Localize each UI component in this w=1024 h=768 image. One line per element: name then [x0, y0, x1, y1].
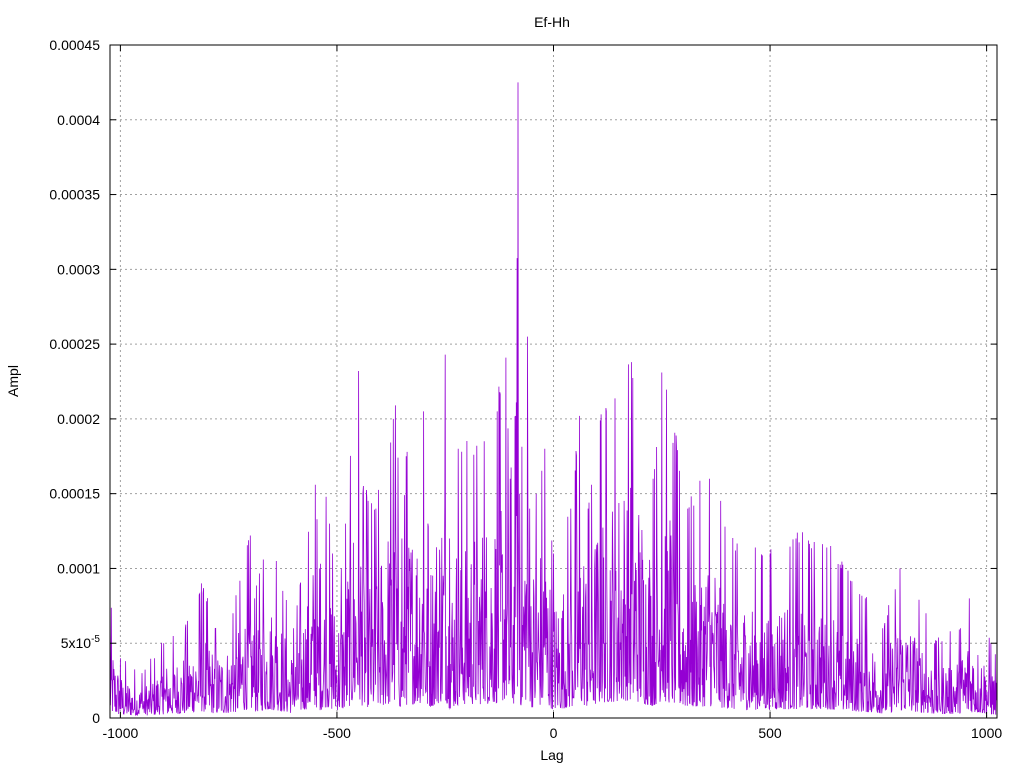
x-axis-label: Lag — [540, 747, 563, 763]
x-tick-label: 500 — [758, 725, 782, 741]
x-tick-label: -1000 — [102, 725, 138, 741]
y-tick-label: 0.00025 — [49, 336, 100, 352]
chart: -1000 -500 0 500 1000 0 5x10-5 0.0001 0.00015 0.0… — [5, 14, 1002, 763]
y-tick-label: 0.0001 — [57, 560, 100, 576]
y-tick-label: 5x10-5 — [61, 634, 101, 651]
series-line — [109, 82, 998, 716]
chart-title: Ef-Hh — [534, 14, 570, 30]
y-axis-label: Ampl — [5, 365, 21, 397]
y-tick-label: 0.0004 — [57, 112, 100, 128]
x-tick-label: 0 — [550, 725, 558, 741]
y-tick-label: 0.00035 — [49, 187, 100, 203]
x-tick-label: 1000 — [971, 725, 1002, 741]
series-layer — [109, 82, 998, 716]
y-tick-label: 0.00045 — [49, 37, 100, 53]
y-tick-label: 0.0002 — [57, 411, 100, 427]
y-tick-label: 0.0003 — [57, 261, 100, 277]
x-tick-label: -500 — [323, 725, 351, 741]
y-tick-label: 0 — [92, 710, 100, 726]
y-tick-label: 0.00015 — [49, 486, 100, 502]
